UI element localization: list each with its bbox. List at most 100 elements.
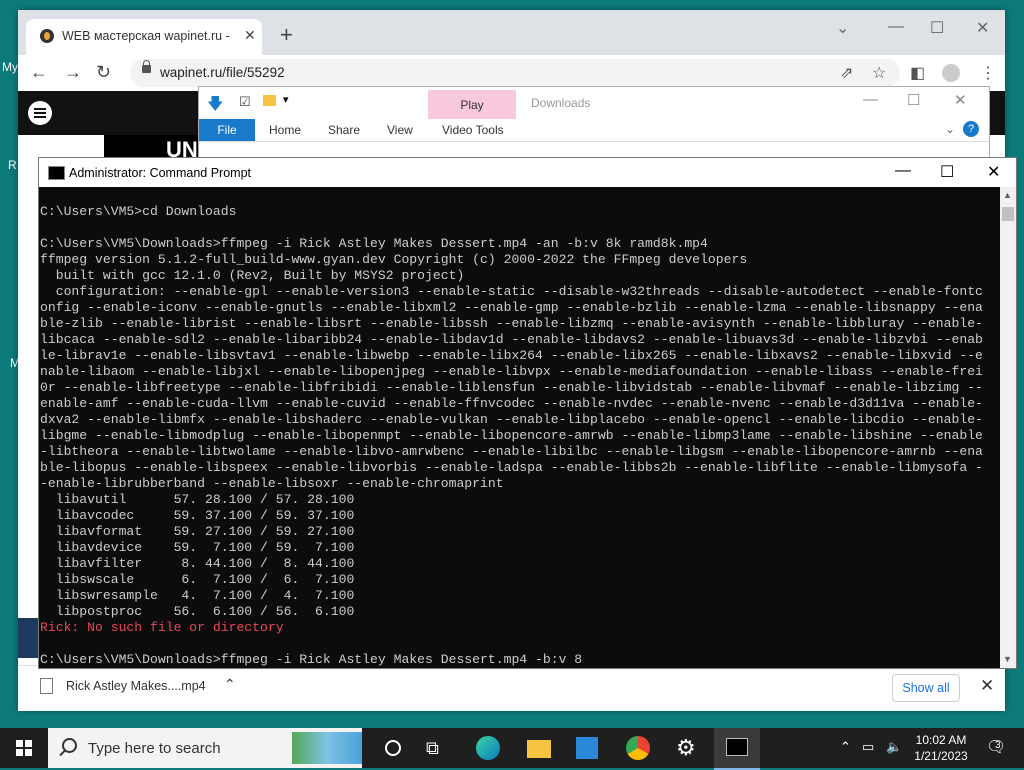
cmd-maximize-button[interactable]: ☐ <box>940 162 954 182</box>
scroll-up-arrow-icon[interactable]: ▲ <box>1003 190 1012 200</box>
task-view-icon[interactable]: ⧉ <box>426 734 454 762</box>
terminal-line: -libtheora --enable-libtwolame --enable-… <box>40 444 983 459</box>
quick-access-download-icon[interactable]: 🡇 <box>207 93 223 120</box>
terminal-line: ble-libopus --enable-libspeex --enable-l… <box>40 460 983 475</box>
chrome-icon[interactable] <box>626 736 650 760</box>
terminal-line: ble-zlib --enable-librist --enable-libsr… <box>40 316 983 331</box>
lock-icon[interactable] <box>142 60 151 73</box>
back-arrow-icon[interactable]: ← <box>30 62 48 83</box>
properties-check-icon[interactable]: ☑ <box>239 94 251 110</box>
ribbon-tab-home[interactable]: Home <box>269 123 301 137</box>
terminal-line: C:\Users\VM5\Downloads>ffmpeg -i Rick As… <box>40 652 583 667</box>
address-bar[interactable]: wapinet.ru/file/55292 <box>130 59 900 87</box>
download-chevron-icon[interactable]: ⌃ <box>224 676 236 693</box>
terminal-line: -enable-librubberband --enable-libsoxr -… <box>40 476 504 491</box>
store-icon[interactable] <box>576 737 598 759</box>
terminal-line: enable-amf --enable-cuda-llvm --enable-c… <box>40 396 983 411</box>
terminal-line: libswresample 4. 7.100 / 4. 7.100 <box>40 588 355 603</box>
settings-gear-icon[interactable]: ⚙ <box>676 734 704 762</box>
share-icon[interactable]: ⇗ <box>840 63 853 83</box>
terminal-line: le-librav1e --enable-libsvtav1 --enable-… <box>40 348 983 363</box>
ribbon-tab-file[interactable]: File <box>199 119 255 141</box>
download-bar-close-icon[interactable]: ✕ <box>980 676 994 696</box>
play-tab-header[interactable]: Play <box>428 90 516 119</box>
search-placeholder: Type here to search <box>88 740 221 757</box>
explorer-title: Downloads <box>531 96 591 110</box>
terminal-line: libcaca --enable-sdl2 --enable-libaribb2… <box>40 332 983 347</box>
cmd-close-button[interactable]: ✕ <box>987 162 1000 182</box>
terminal-line: C:\Users\VM5>cd Downloads <box>40 204 237 219</box>
desktop-label-r[interactable]: R <box>8 158 17 172</box>
clock[interactable]: 10:02 AM 1/21/2023 <box>910 732 972 764</box>
chrome-menu-icon[interactable]: ⋮ <box>980 63 996 83</box>
tab-title: WEB мастерская wapinet.ru - Rick <box>62 29 232 43</box>
command-prompt-taskbar-icon[interactable] <box>714 728 760 770</box>
terminal-line: onfig --enable-iconv --enable-gnutls --e… <box>40 300 983 315</box>
search-highlight-image <box>292 732 362 764</box>
network-icon[interactable]: ▭ <box>862 739 874 755</box>
explorer-titlebar: 🡇 ☑ ▾ Play Downloads — ☐ ✕ <box>199 87 989 119</box>
cmd-scrollbar[interactable]: ▲ ▼ <box>1000 187 1016 668</box>
windows-start-icon[interactable] <box>16 740 32 756</box>
download-item-name[interactable]: Rick Astley Makes....mp4 <box>66 679 206 693</box>
bookmark-star-icon[interactable]: ☆ <box>872 63 886 83</box>
terminal-output[interactable]: C:\Users\VM5>cd Downloads C:\Users\VM5\Do… <box>40 204 998 668</box>
reload-icon[interactable]: ↻ <box>96 62 111 83</box>
tab-search-chevron-icon[interactable]: ⌄ <box>836 18 849 38</box>
terminal-line: ffmpeg version 5.1.2-full_build-www.gyan… <box>40 252 748 267</box>
taskbar-search-box[interactable]: Type here to search <box>48 728 362 768</box>
terminal-line: libavdevice 59. 7.100 / 59. 7.100 <box>40 540 355 555</box>
cmd-titlebar: Administrator: Command Prompt — ☐ ✕ <box>39 158 1016 187</box>
ribbon-tab-video-tools[interactable]: Video Tools <box>442 123 504 137</box>
explorer-ribbon: File Home Share View Video Tools ⌄ ? <box>199 119 989 142</box>
search-icon <box>62 738 77 753</box>
terminal-line: dxva2 --enable-libmfx --enable-libshader… <box>40 412 983 427</box>
terminal-line: libavformat 59. 27.100 / 59. 27.100 <box>40 524 355 539</box>
hamburger-menu-icon[interactable] <box>28 101 52 125</box>
explorer-maximize-button[interactable]: ☐ <box>907 91 920 109</box>
forward-arrow-icon[interactable]: → <box>64 62 82 83</box>
ribbon-tab-share[interactable]: Share <box>328 123 360 137</box>
new-tab-button[interactable]: + <box>280 22 293 48</box>
profile-avatar-icon[interactable] <box>942 64 960 82</box>
chrome-close-button[interactable]: ✕ <box>976 18 989 38</box>
volume-icon[interactable]: 🔈 <box>886 739 902 755</box>
terminal-line: C:\Users\VM5\Downloads>ffmpeg -i Rick As… <box>40 236 708 251</box>
terminal-line: libavfilter 8. 44.100 / 8. 44.100 <box>40 556 355 571</box>
file-explorer-icon[interactable] <box>527 740 551 758</box>
ribbon-expand-chevron-icon[interactable]: ⌄ <box>945 122 955 136</box>
customize-toolbar-icon[interactable]: ▾ <box>283 93 289 106</box>
explorer-minimize-button[interactable]: — <box>863 91 878 108</box>
scroll-down-arrow-icon[interactable]: ▼ <box>1003 654 1012 664</box>
page-side-link[interactable] <box>18 618 38 658</box>
chrome-maximize-button[interactable]: ☐ <box>930 18 944 38</box>
file-icon <box>40 678 53 694</box>
clock-date: 1/21/2023 <box>914 749 968 763</box>
scrollbar-thumb[interactable] <box>1002 207 1014 221</box>
clock-time: 10:02 AM <box>915 733 967 747</box>
terminal-line: libpostproc 56. 6.100 / 56. 6.100 <box>40 604 355 619</box>
browser-tab[interactable]: WEB мастерская wapinet.ru - Rick ✕ <box>26 19 262 55</box>
terminal-error-line: Rick: No such file or directory <box>40 620 284 635</box>
tray-chevron-up-icon[interactable]: ⌃ <box>840 739 851 755</box>
help-icon[interactable]: ? <box>963 121 979 137</box>
show-all-button[interactable]: Show all <box>892 674 960 702</box>
cmd-title: Administrator: Command Prompt <box>69 166 252 180</box>
terminal-line: libavcodec 59. 37.100 / 59. 37.100 <box>40 508 355 523</box>
cortana-icon[interactable] <box>380 734 408 762</box>
console-icon <box>48 166 65 180</box>
terminal-line: built with gcc 12.1.0 (Rev2, Built by MS… <box>40 268 465 283</box>
new-folder-icon[interactable] <box>263 95 276 106</box>
desktop-label-my[interactable]: My <box>2 60 18 74</box>
notification-count-badge: 3 <box>995 740 1001 751</box>
tab-close-icon[interactable]: ✕ <box>244 27 256 44</box>
edge-icon[interactable] <box>476 736 500 760</box>
chrome-minimize-button[interactable]: — <box>888 18 904 36</box>
command-prompt-window: Administrator: Command Prompt — ☐ ✕ C:\U… <box>38 157 1017 669</box>
explorer-close-button[interactable]: ✕ <box>954 91 967 109</box>
side-panel-icon[interactable]: ◧ <box>910 63 925 83</box>
terminal-line: nable-libaom --enable-libjxl --enable-li… <box>40 364 983 379</box>
chrome-tab-strip: WEB мастерская wapinet.ru - Rick ✕ + ⌄ —… <box>18 10 1005 55</box>
cmd-minimize-button[interactable]: — <box>895 162 911 180</box>
ribbon-tab-view[interactable]: View <box>387 123 413 137</box>
